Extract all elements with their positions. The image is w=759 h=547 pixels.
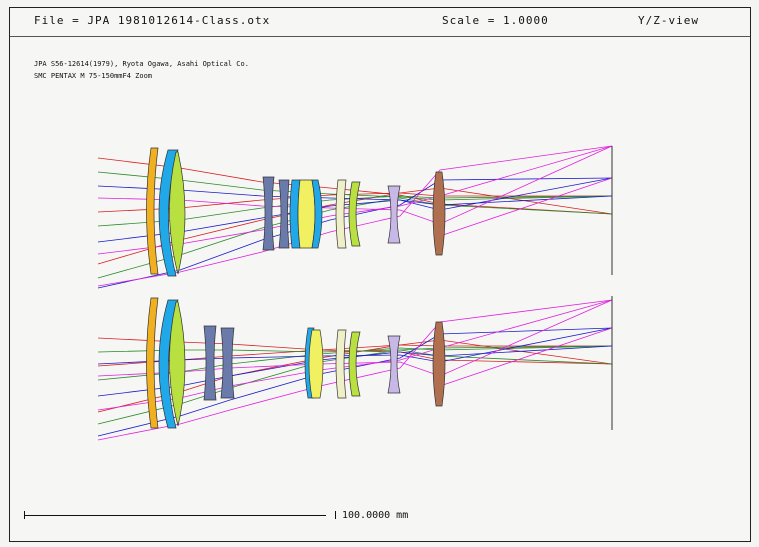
scale-bar-label: 100.0000 mm (342, 510, 409, 521)
bottom-lens-11 (432, 321, 446, 407)
bottom-lens-10 (387, 335, 401, 394)
top-lens-5 (278, 179, 290, 249)
bottom-lens-9 (348, 331, 361, 397)
top-lens-1 (146, 147, 159, 275)
scale-bar-left-tick (24, 511, 25, 519)
top-lens-11 (387, 185, 401, 244)
bottom-lens-7 (308, 329, 324, 399)
top-configuration (97, 145, 613, 289)
bottom-lens-8 (335, 329, 347, 399)
bottom-configuration (97, 296, 613, 441)
bottom-lens-4 (203, 325, 217, 401)
lens-layout-diagram (97, 145, 613, 441)
scale-bar (24, 515, 326, 516)
top-lens-7 (297, 179, 316, 249)
top-ray-magenta (439, 177, 613, 237)
top-lens-12 (432, 171, 446, 256)
bottom-lens-5 (220, 327, 235, 399)
bottom-lens-1 (146, 297, 159, 429)
scale-bar-right-tick (335, 511, 336, 519)
top-lens-4 (262, 176, 275, 251)
